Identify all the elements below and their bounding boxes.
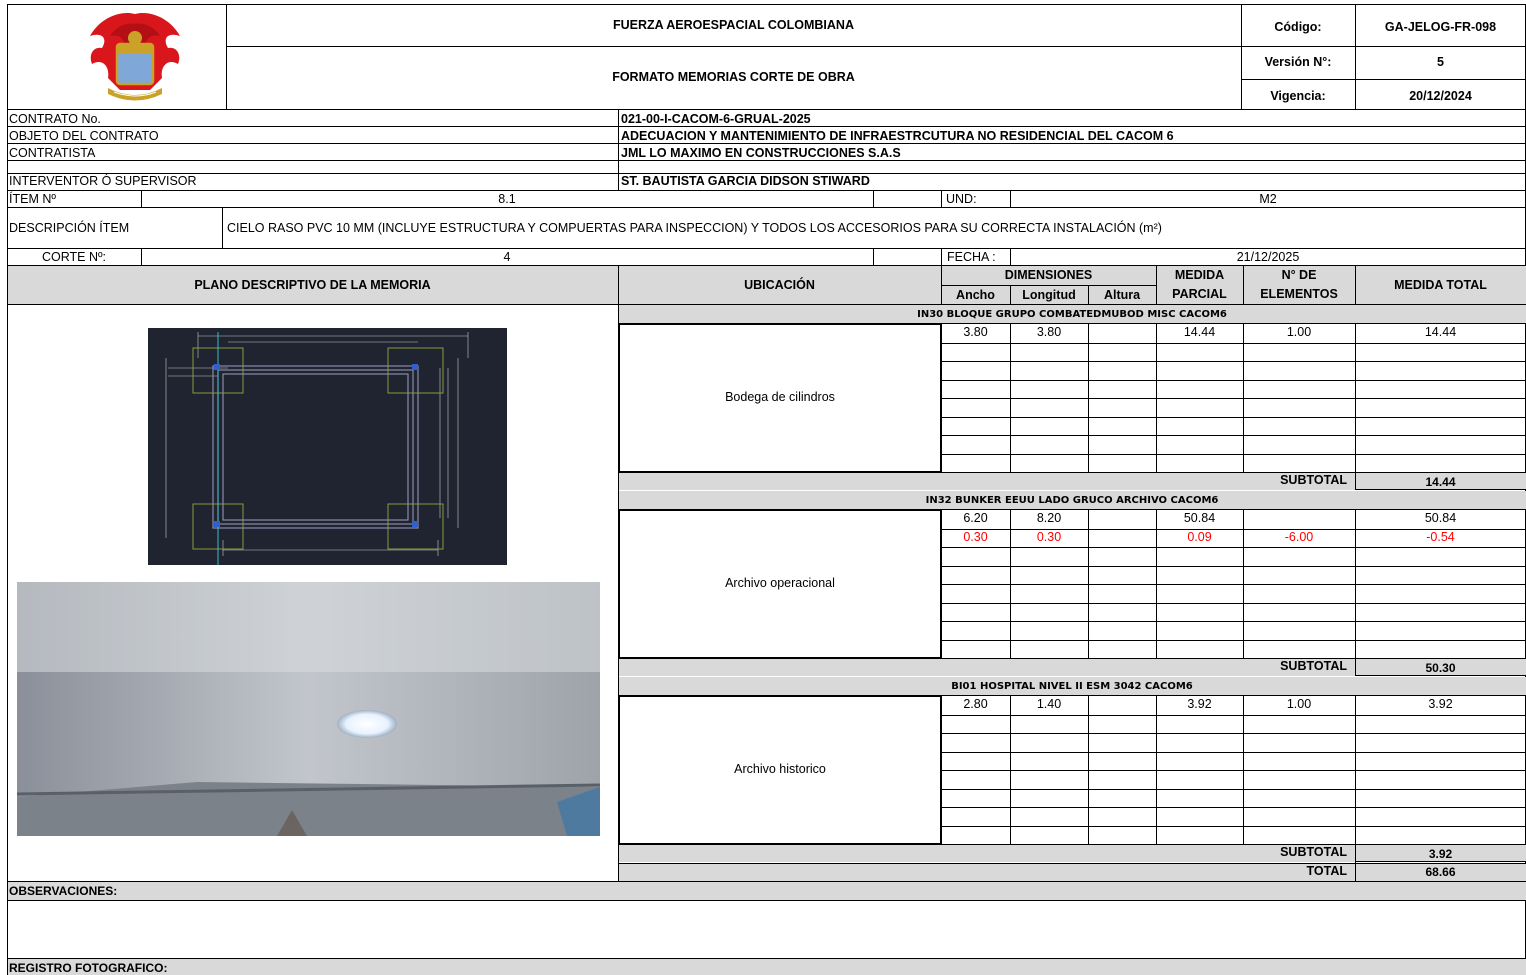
total-value: 68.66 [1425,865,1456,879]
fecha-value: 21/12/2025 [1236,250,1300,264]
cell-ancho: 6.20 [963,511,988,525]
cell-total: 14.44 [1424,325,1457,339]
parcial-header: PARCIAL [1172,287,1227,301]
cell-longitud: 8.20 [1036,511,1062,525]
floor-plan-image [148,328,507,565]
section-title: BI01 HOSPITAL NIVEL II ESM 3042 CACOM6 [951,681,1193,692]
cell-ancho: 2.80 [963,697,988,711]
vigencia-value: 20/12/2024 [1409,89,1472,103]
objeto-label: OBJETO DEL CONTRATO [9,129,159,143]
und-label: UND: [946,192,977,206]
item-label: ÍTEM Nº [9,192,56,206]
item-value: 8.1 [498,192,516,206]
dimensiones-header: DIMENSIONES [1004,268,1093,282]
cell-total: -0.54 [1426,529,1455,544]
subtotal-label: SUBTOTAL [1280,473,1347,487]
objeto-value: ADECUACION Y MANTENIMIENTO DE INFRAESTRC… [621,129,1174,143]
location-name: Archivo operacional [725,576,835,590]
codigo-value: GA-JELOG-FR-098 [1384,20,1497,34]
version-label: Versión N°: [1264,55,1332,69]
ubicacion-header: UBICACIÓN [744,278,815,292]
section-title: IN32 BUNKER EEUU LADO GRUCO ARCHIVO CACO… [925,495,1219,506]
location-name: Bodega de cilindros [725,390,835,404]
cell-longitud: 3.80 [1036,325,1062,339]
registro-label: REGISTRO FOTOGRAFICO: [9,961,168,975]
section-title: IN30 BLOQUE GRUPO COMBATEDMUBOD MISC CAC… [917,309,1227,320]
cell-parcial: 0.09 [1187,529,1212,544]
desc-label: DESCRIPCIÓN ÍTEM [9,221,130,235]
observaciones-field[interactable] [8,901,1526,958]
cell-elementos: 1.00 [1286,697,1312,711]
logo [80,8,190,104]
observaciones-bar [8,882,1526,900]
cell-parcial: 50.84 [1183,511,1216,525]
cell-total: 50.84 [1424,511,1457,525]
observaciones-label: OBSERVACIONES: [9,884,118,898]
elementos-header: ELEMENTOS [1260,287,1338,301]
cell-elementos: 1.00 [1286,325,1312,339]
ceiling-photo [17,582,600,836]
registro-bar [8,959,1526,975]
cell-parcial: 14.44 [1183,325,1216,339]
subtotal-label: SUBTOTAL [1280,659,1347,673]
subtotal-value: 14.44 [1425,475,1456,489]
und-value: M2 [1259,192,1277,206]
version-value: 5 [1437,55,1444,69]
fecha-label: FECHA : [947,250,996,264]
medida-header: MEDIDA [1174,268,1225,282]
form-title: FORMATO MEMORIAS CORTE DE OBRA [612,70,855,84]
contrato-label: CONTRATO No. [9,112,101,126]
longitud-header: Longitud [1022,288,1076,302]
cell-elementos: -6.00 [1284,529,1314,544]
contrato-value: 021-00-I-CACOM-6-GRUAL-2025 [621,112,811,126]
desc-value: CIELO RASO PVC 10 MM (INCLUYE ESTRUCTURA… [227,221,1162,235]
location-name: Archivo historico [734,762,826,776]
ancho-header: Ancho [956,288,995,302]
total-label: TOTAL [1306,864,1347,878]
subtotal-value: 3.92 [1428,847,1453,861]
ceiling-photo-icon [17,582,600,836]
nde-header: N° DE [1281,268,1317,282]
cell-total: 3.92 [1428,697,1453,711]
subtotal-label: SUBTOTAL [1280,845,1347,859]
interventor-label: INTERVENTOR Ó SUPERVISOR [9,174,197,188]
medida-total-header: MEDIDA TOTAL [1394,278,1487,292]
cell-ancho: 3.80 [963,325,988,339]
contratista-label: CONTRATISTA [9,146,96,160]
cell-longitud: 0.30 [1036,529,1062,544]
plano-header: PLANO DESCRIPTIVO DE LA MEMORIA [194,278,431,292]
codigo-label: Código: [1274,20,1322,34]
subtotal-value: 50.30 [1425,661,1456,675]
vigencia-label: Vigencia: [1270,89,1326,103]
interventor-value: ST. BAUTISTA GARCIA DIDSON STIWARD [621,174,870,188]
corte-value: 4 [503,250,511,264]
cell-ancho: 0.30 [963,529,988,544]
cell-longitud: 1.40 [1036,697,1062,711]
org-name: FUERZA AEROESPACIAL COLOMBIANA [613,18,854,32]
corte-label: CORTE Nº: [41,250,107,264]
contratista-value: JML LO MAXIMO EN CONSTRUCCIONES S.A.S [621,146,901,160]
floor-plan-drawing-icon [165,332,469,565]
altura-header: Altura [1103,288,1141,302]
eagle-crest-icon [90,12,180,101]
cell-parcial: 3.92 [1187,697,1212,711]
